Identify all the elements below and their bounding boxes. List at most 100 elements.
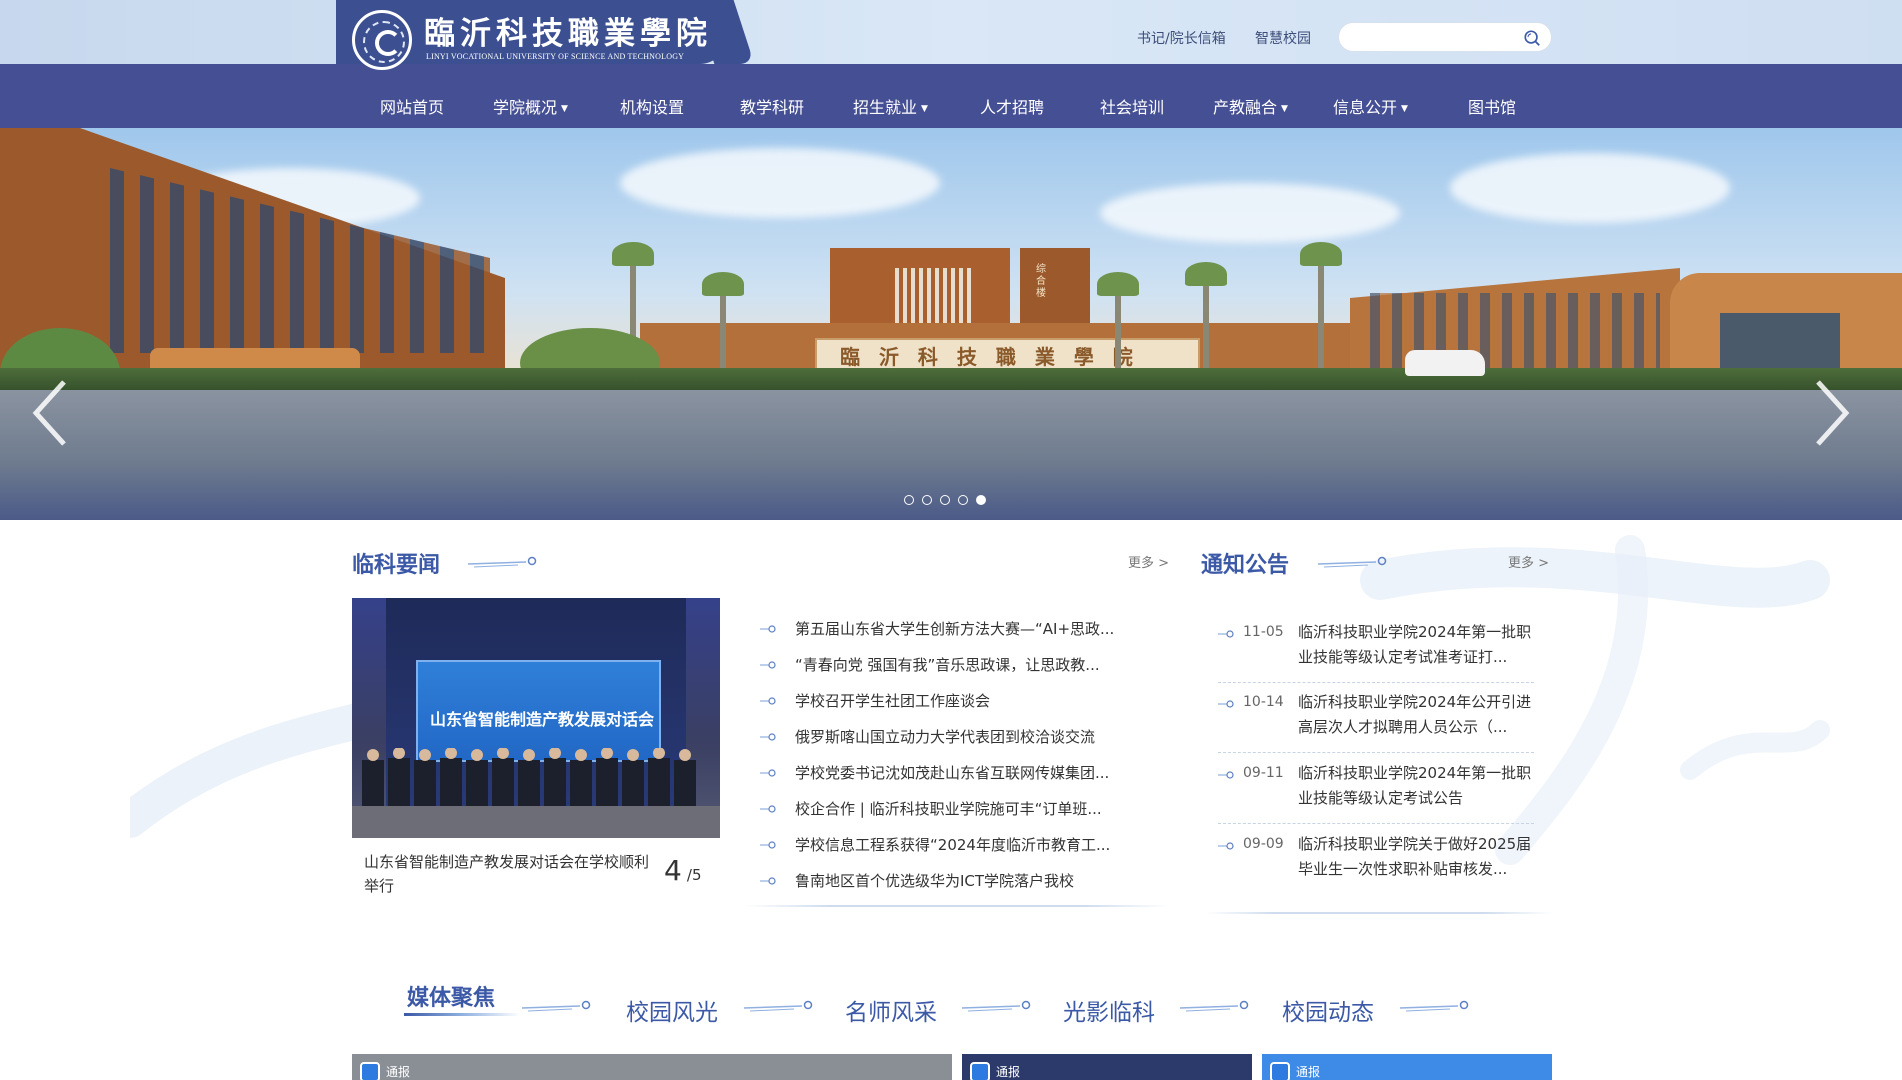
nav-industry[interactable]: 产教融合 ▼ (1213, 64, 1288, 128)
news-more-link[interactable]: 更多 > (1128, 552, 1169, 571)
gate-text: 臨 沂 科 技 職 業 學 院 (840, 345, 1139, 369)
carousel-next-arrow-icon[interactable] (1812, 378, 1852, 448)
link-smart-campus[interactable]: 智慧校园 (1255, 28, 1311, 48)
right-pavilion-window (1720, 313, 1840, 368)
tab-teachers[interactable]: 名师风采 (845, 993, 937, 1027)
bullet-icon (1218, 771, 1234, 779)
search-input[interactable] (1353, 27, 1513, 47)
tab-campus-news[interactable]: 校园动态 (1282, 993, 1374, 1027)
title-decoration-icon (1317, 556, 1387, 568)
chevron-down-icon: ▼ (561, 104, 568, 114)
carousel-dot-2[interactable] (922, 495, 932, 505)
thumbnail-label: 通报 (1296, 1065, 1321, 1079)
palm-tree (1185, 262, 1227, 368)
bullet-icon (760, 697, 776, 705)
notice-separator (1218, 682, 1534, 683)
nav-about[interactable]: 学院概况 ▼ (493, 64, 568, 128)
search-box[interactable] (1338, 22, 1552, 52)
slide-counter-current: 4 (664, 854, 682, 887)
notice-title[interactable]: 临沂科技职业学院2024年第一批职业技能等级认定考试准考证打... (1298, 620, 1538, 670)
nav-library[interactable]: 图书馆 (1468, 64, 1516, 128)
cloud (1100, 183, 1400, 243)
notice-title[interactable]: 临沂科技职业学院关于做好2025届毕业生一次性求职补贴审核发... (1298, 832, 1538, 882)
news-feature-caption[interactable]: 山东省智能制造产教发展对话会在学校顺利举行 (364, 850, 654, 898)
nav-recruitment[interactable]: 人才招聘 (980, 64, 1044, 128)
palm-tree (1097, 272, 1139, 368)
notice-separator (1218, 823, 1534, 824)
thumbnail-label: 通报 (386, 1065, 411, 1079)
bullet-icon (760, 805, 776, 813)
palm-tree (702, 272, 744, 368)
top-bar (0, 0, 1902, 64)
bullet-icon (1218, 630, 1234, 638)
cloud (620, 148, 940, 218)
nav-departments[interactable]: 机构设置 (620, 64, 684, 128)
tab-active-underline (404, 1013, 520, 1016)
bullet-icon (1218, 842, 1234, 850)
notice-date: 10-14 (1243, 694, 1284, 710)
news-section-title: 临科要闻 (352, 553, 441, 578)
thumbnail-label: 通报 (996, 1065, 1021, 1079)
news-app-icon (1270, 1062, 1290, 1080)
logo-chinese-name[interactable]: 臨沂科技職業學院 (424, 8, 712, 53)
tab-decoration-icon (743, 1000, 813, 1012)
notice-title[interactable]: 临沂科技职业学院2024年公开引进高层次人才拟聘用人员公示（... (1298, 690, 1538, 740)
stage-screen-title: 山东省智能制造产教发展对话会 (430, 710, 655, 729)
nav-training[interactable]: 社会培训 (1100, 64, 1164, 128)
notice-divider (1205, 912, 1553, 914)
stage-floor (352, 806, 720, 838)
notice-more-link[interactable]: 更多 > (1508, 552, 1549, 571)
notice-date: 09-09 (1243, 836, 1284, 852)
chevron-down-icon: ▼ (921, 104, 928, 114)
media-thumbnail[interactable]: 通报 (352, 1054, 952, 1080)
tab-decoration-icon (1399, 1000, 1469, 1012)
notice-section-title: 通知公告 (1201, 553, 1290, 578)
search-icon[interactable] (1523, 29, 1541, 47)
bullet-icon (760, 769, 776, 777)
notice-title[interactable]: 临沂科技职业学院2024年第一批职业技能等级认定考试公告 (1298, 761, 1538, 811)
white-car (1405, 350, 1485, 376)
title-decoration-icon (467, 556, 537, 568)
news-app-icon (360, 1062, 380, 1080)
notice-date: 11-05 (1243, 624, 1284, 640)
bullet-icon (760, 661, 776, 669)
carousel-prev-arrow-icon[interactable] (30, 378, 70, 448)
nav-teaching-research[interactable]: 教学科研 (740, 64, 804, 128)
school-emblem-icon[interactable] (352, 10, 412, 70)
carousel-dot-4[interactable] (958, 495, 968, 505)
carousel-dot-1[interactable] (904, 495, 914, 505)
bullet-icon (760, 877, 776, 885)
media-thumbnail[interactable]: 通报 (962, 1054, 1252, 1080)
bullet-icon (760, 841, 776, 849)
carousel-dots (904, 490, 994, 509)
notice-date: 09-11 (1243, 765, 1284, 781)
tab-media-focus[interactable]: 媒体聚焦 (407, 980, 495, 1012)
news-app-icon (970, 1062, 990, 1080)
tab-decoration-icon (521, 1000, 591, 1012)
chevron-down-icon: ▼ (1401, 104, 1408, 114)
nav-home[interactable]: 网站首页 (380, 64, 444, 128)
nav-admissions[interactable]: 招生就业 ▼ (853, 64, 928, 128)
slide-counter-total: /5 (686, 866, 702, 884)
carousel-dot-3[interactable] (940, 495, 950, 505)
link-mailbox[interactable]: 书记/院长信箱 (1137, 28, 1226, 48)
chevron-down-icon: ▼ (1281, 104, 1288, 114)
notice-separator (1218, 752, 1534, 753)
palm-tree (1300, 242, 1342, 368)
tab-campus-scenery[interactable]: 校园风光 (626, 993, 718, 1027)
main-nav: 网站首页 学院概况 ▼ 机构设置 教学科研 招生就业 ▼ 人才招聘 社会培训 产教融… (0, 64, 1902, 128)
news-feature-image[interactable]: 山东省智能制造产教发展对话会 (352, 598, 720, 838)
building-sign: 综合楼 (1036, 264, 1046, 299)
logo-english-name: LINYI VOCATIONAL UNIVERSITY OF SCIENCE A… (426, 52, 685, 61)
bullet-icon (760, 625, 776, 633)
banner-carousel[interactable]: 综合楼 臨 沂 科 技 職 業 學 院 (0, 128, 1902, 520)
nav-disclosure[interactable]: 信息公开 ▼ (1333, 64, 1408, 128)
media-thumbnail[interactable]: 通报 (1262, 1054, 1552, 1080)
news-divider (744, 905, 1169, 907)
tab-photography[interactable]: 光影临科 (1063, 993, 1155, 1027)
carousel-dot-5[interactable] (976, 495, 986, 505)
bullet-icon (1218, 700, 1234, 708)
cloud (1450, 153, 1730, 223)
tab-decoration-icon (961, 1000, 1031, 1012)
tab-decoration-icon (1179, 1000, 1249, 1012)
